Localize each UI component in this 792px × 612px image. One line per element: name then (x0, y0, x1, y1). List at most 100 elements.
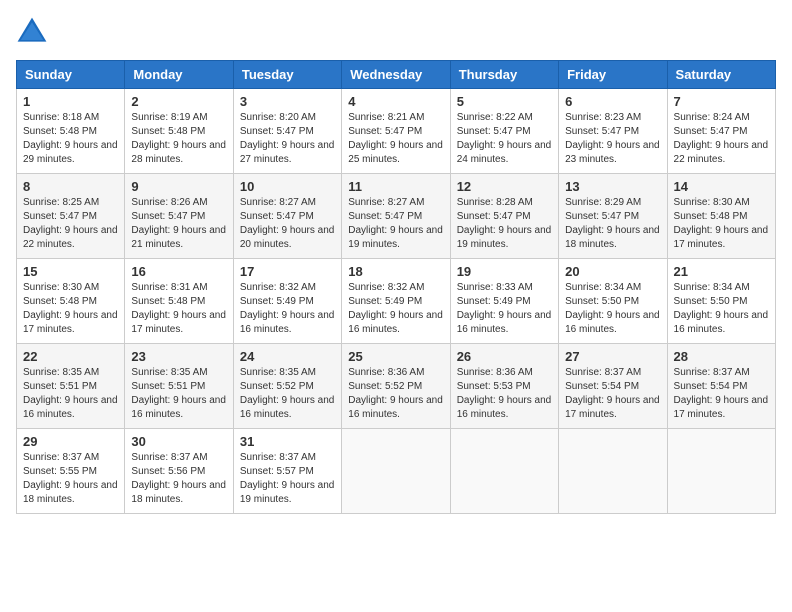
day-number: 24 (240, 349, 335, 364)
day-number: 29 (23, 434, 118, 449)
day-info: Sunrise: 8:18 AMSunset: 5:48 PMDaylight:… (23, 112, 118, 165)
calendar-day-cell: 23 Sunrise: 8:35 AMSunset: 5:51 PMDaylig… (125, 344, 233, 429)
day-info: Sunrise: 8:30 AMSunset: 5:48 PMDaylight:… (674, 197, 769, 250)
day-number: 27 (565, 349, 660, 364)
calendar-day-cell: 6 Sunrise: 8:23 AMSunset: 5:47 PMDayligh… (559, 89, 667, 174)
calendar-day-cell: 1 Sunrise: 8:18 AMSunset: 5:48 PMDayligh… (17, 89, 125, 174)
calendar-week-row: 1 Sunrise: 8:18 AMSunset: 5:48 PMDayligh… (17, 89, 776, 174)
calendar-header-row: SundayMondayTuesdayWednesdayThursdayFrid… (17, 61, 776, 89)
day-info: Sunrise: 8:37 AMSunset: 5:57 PMDaylight:… (240, 452, 335, 505)
day-number: 18 (348, 264, 443, 279)
day-number: 15 (23, 264, 118, 279)
day-number: 12 (457, 179, 552, 194)
calendar-day-cell (559, 429, 667, 514)
calendar-header-cell: Thursday (450, 61, 558, 89)
calendar-day-cell (667, 429, 775, 514)
calendar-header-cell: Friday (559, 61, 667, 89)
day-number: 11 (348, 179, 443, 194)
day-info: Sunrise: 8:34 AMSunset: 5:50 PMDaylight:… (674, 282, 769, 335)
calendar-day-cell: 14 Sunrise: 8:30 AMSunset: 5:48 PMDaylig… (667, 174, 775, 259)
day-number: 5 (457, 94, 552, 109)
calendar-day-cell: 10 Sunrise: 8:27 AMSunset: 5:47 PMDaylig… (233, 174, 341, 259)
day-info: Sunrise: 8:32 AMSunset: 5:49 PMDaylight:… (240, 282, 335, 335)
calendar-day-cell: 5 Sunrise: 8:22 AMSunset: 5:47 PMDayligh… (450, 89, 558, 174)
day-info: Sunrise: 8:27 AMSunset: 5:47 PMDaylight:… (240, 197, 335, 250)
day-info: Sunrise: 8:37 AMSunset: 5:54 PMDaylight:… (674, 367, 769, 420)
calendar-day-cell: 29 Sunrise: 8:37 AMSunset: 5:55 PMDaylig… (17, 429, 125, 514)
calendar-day-cell: 28 Sunrise: 8:37 AMSunset: 5:54 PMDaylig… (667, 344, 775, 429)
day-number: 10 (240, 179, 335, 194)
day-number: 20 (565, 264, 660, 279)
day-info: Sunrise: 8:20 AMSunset: 5:47 PMDaylight:… (240, 112, 335, 165)
calendar-day-cell (450, 429, 558, 514)
day-number: 31 (240, 434, 335, 449)
day-info: Sunrise: 8:36 AMSunset: 5:53 PMDaylight:… (457, 367, 552, 420)
calendar-day-cell: 3 Sunrise: 8:20 AMSunset: 5:47 PMDayligh… (233, 89, 341, 174)
calendar-day-cell (342, 429, 450, 514)
calendar-day-cell: 21 Sunrise: 8:34 AMSunset: 5:50 PMDaylig… (667, 259, 775, 344)
day-number: 30 (131, 434, 226, 449)
logo-icon (16, 16, 48, 48)
calendar-week-row: 22 Sunrise: 8:35 AMSunset: 5:51 PMDaylig… (17, 344, 776, 429)
calendar-day-cell: 25 Sunrise: 8:36 AMSunset: 5:52 PMDaylig… (342, 344, 450, 429)
day-number: 16 (131, 264, 226, 279)
day-number: 3 (240, 94, 335, 109)
calendar-header-cell: Tuesday (233, 61, 341, 89)
calendar-day-cell: 16 Sunrise: 8:31 AMSunset: 5:48 PMDaylig… (125, 259, 233, 344)
day-info: Sunrise: 8:25 AMSunset: 5:47 PMDaylight:… (23, 197, 118, 250)
day-info: Sunrise: 8:30 AMSunset: 5:48 PMDaylight:… (23, 282, 118, 335)
day-number: 17 (240, 264, 335, 279)
day-number: 13 (565, 179, 660, 194)
calendar-header-cell: Wednesday (342, 61, 450, 89)
day-info: Sunrise: 8:35 AMSunset: 5:51 PMDaylight:… (131, 367, 226, 420)
day-number: 19 (457, 264, 552, 279)
calendar-day-cell: 4 Sunrise: 8:21 AMSunset: 5:47 PMDayligh… (342, 89, 450, 174)
day-info: Sunrise: 8:19 AMSunset: 5:48 PMDaylight:… (131, 112, 226, 165)
calendar-header-cell: Sunday (17, 61, 125, 89)
day-number: 4 (348, 94, 443, 109)
calendar-week-row: 15 Sunrise: 8:30 AMSunset: 5:48 PMDaylig… (17, 259, 776, 344)
day-info: Sunrise: 8:28 AMSunset: 5:47 PMDaylight:… (457, 197, 552, 250)
calendar-day-cell: 11 Sunrise: 8:27 AMSunset: 5:47 PMDaylig… (342, 174, 450, 259)
day-info: Sunrise: 8:22 AMSunset: 5:47 PMDaylight:… (457, 112, 552, 165)
logo (16, 16, 52, 48)
day-number: 14 (674, 179, 769, 194)
day-number: 8 (23, 179, 118, 194)
calendar-day-cell: 30 Sunrise: 8:37 AMSunset: 5:56 PMDaylig… (125, 429, 233, 514)
calendar-day-cell: 8 Sunrise: 8:25 AMSunset: 5:47 PMDayligh… (17, 174, 125, 259)
day-info: Sunrise: 8:21 AMSunset: 5:47 PMDaylight:… (348, 112, 443, 165)
calendar-day-cell: 18 Sunrise: 8:32 AMSunset: 5:49 PMDaylig… (342, 259, 450, 344)
calendar-day-cell: 20 Sunrise: 8:34 AMSunset: 5:50 PMDaylig… (559, 259, 667, 344)
day-info: Sunrise: 8:29 AMSunset: 5:47 PMDaylight:… (565, 197, 660, 250)
calendar-day-cell: 22 Sunrise: 8:35 AMSunset: 5:51 PMDaylig… (17, 344, 125, 429)
calendar-day-cell: 15 Sunrise: 8:30 AMSunset: 5:48 PMDaylig… (17, 259, 125, 344)
day-info: Sunrise: 8:24 AMSunset: 5:47 PMDaylight:… (674, 112, 769, 165)
calendar-day-cell: 7 Sunrise: 8:24 AMSunset: 5:47 PMDayligh… (667, 89, 775, 174)
day-info: Sunrise: 8:33 AMSunset: 5:49 PMDaylight:… (457, 282, 552, 335)
calendar-day-cell: 9 Sunrise: 8:26 AMSunset: 5:47 PMDayligh… (125, 174, 233, 259)
day-number: 25 (348, 349, 443, 364)
day-number: 7 (674, 94, 769, 109)
day-info: Sunrise: 8:23 AMSunset: 5:47 PMDaylight:… (565, 112, 660, 165)
calendar-header-cell: Monday (125, 61, 233, 89)
day-info: Sunrise: 8:32 AMSunset: 5:49 PMDaylight:… (348, 282, 443, 335)
calendar-day-cell: 26 Sunrise: 8:36 AMSunset: 5:53 PMDaylig… (450, 344, 558, 429)
calendar-table: SundayMondayTuesdayWednesdayThursdayFrid… (16, 60, 776, 514)
day-info: Sunrise: 8:27 AMSunset: 5:47 PMDaylight:… (348, 197, 443, 250)
day-number: 22 (23, 349, 118, 364)
day-info: Sunrise: 8:37 AMSunset: 5:55 PMDaylight:… (23, 452, 118, 505)
day-number: 28 (674, 349, 769, 364)
calendar-day-cell: 31 Sunrise: 8:37 AMSunset: 5:57 PMDaylig… (233, 429, 341, 514)
day-number: 2 (131, 94, 226, 109)
calendar-day-cell: 13 Sunrise: 8:29 AMSunset: 5:47 PMDaylig… (559, 174, 667, 259)
calendar-header-cell: Saturday (667, 61, 775, 89)
day-info: Sunrise: 8:37 AMSunset: 5:56 PMDaylight:… (131, 452, 226, 505)
calendar-week-row: 29 Sunrise: 8:37 AMSunset: 5:55 PMDaylig… (17, 429, 776, 514)
day-info: Sunrise: 8:31 AMSunset: 5:48 PMDaylight:… (131, 282, 226, 335)
calendar-day-cell: 12 Sunrise: 8:28 AMSunset: 5:47 PMDaylig… (450, 174, 558, 259)
day-info: Sunrise: 8:36 AMSunset: 5:52 PMDaylight:… (348, 367, 443, 420)
day-info: Sunrise: 8:37 AMSunset: 5:54 PMDaylight:… (565, 367, 660, 420)
day-info: Sunrise: 8:26 AMSunset: 5:47 PMDaylight:… (131, 197, 226, 250)
day-number: 9 (131, 179, 226, 194)
day-number: 23 (131, 349, 226, 364)
